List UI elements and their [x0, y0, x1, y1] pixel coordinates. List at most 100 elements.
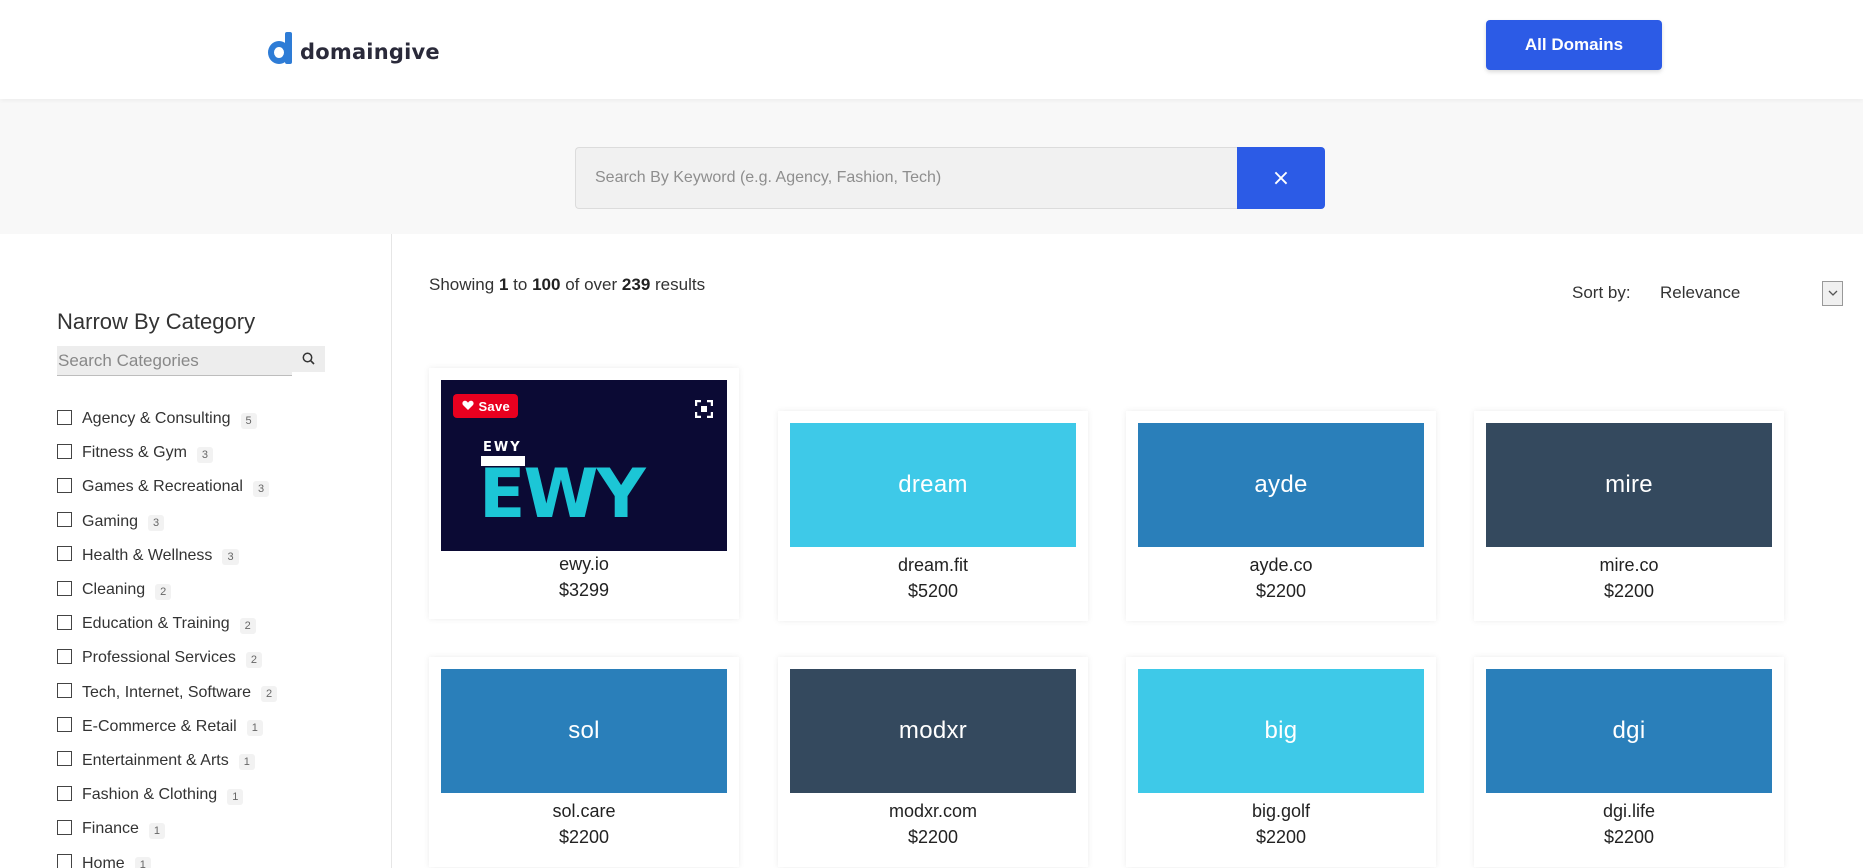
category-checkbox[interactable]: [57, 546, 72, 562]
domain-thumbnail[interactable]: sol: [441, 669, 727, 793]
domain-name[interactable]: modxr.com: [778, 801, 1088, 822]
category-item[interactable]: E-Commerce & Retail 1: [57, 710, 277, 744]
category-list: Agency & Consulting 5 Fitness & Gym 3 Games …: [57, 402, 278, 868]
category-item[interactable]: Games & Recreational 3: [57, 470, 277, 504]
domain-card[interactable]: ayde ayde.co $2200: [1126, 411, 1436, 621]
category-item[interactable]: Health & Wellness 3: [57, 539, 277, 573]
category-label: Education & Training: [82, 615, 230, 633]
category-checkbox[interactable]: [57, 409, 72, 425]
category-checkbox[interactable]: [57, 717, 72, 733]
category-item[interactable]: Gaming 3: [57, 505, 277, 539]
category-checkbox[interactable]: [57, 683, 72, 699]
category-count-badge: 2: [245, 651, 262, 668]
category-checkbox[interactable]: [57, 580, 72, 596]
category-checkbox[interactable]: [57, 512, 72, 528]
domain-thumbnail[interactable]: dgi: [1486, 669, 1772, 793]
domain-card[interactable]: big big.golf $2200: [1126, 657, 1436, 867]
domain-thumbnail[interactable]: Save EWY EWY: [441, 380, 727, 551]
category-count-badge: 1: [227, 788, 244, 805]
category-label: Home: [82, 854, 125, 868]
category-item[interactable]: Fashion & Clothing 1: [57, 778, 277, 812]
category-checkbox[interactable]: [57, 614, 72, 630]
domain-price: $2200: [1603, 827, 1655, 847]
category-checkbox[interactable]: [57, 477, 72, 493]
search-clear-button[interactable]: ×: [1237, 147, 1325, 209]
category-search-input[interactable]: [57, 346, 292, 376]
close-icon: ×: [1271, 165, 1291, 191]
domain-card[interactable]: dream dream.fit $5200: [778, 411, 1088, 621]
domain-thumbnail[interactable]: modxr: [790, 669, 1076, 793]
domain-thumbnail-text: dgi: [1612, 717, 1646, 744]
chevron-down-icon: [1828, 290, 1838, 296]
category-checkbox[interactable]: [57, 443, 72, 459]
category-label: Entertainment & Arts: [82, 751, 229, 769]
expand-icon[interactable]: [695, 400, 713, 418]
domain-price: $2200: [1255, 581, 1307, 601]
domain-card[interactable]: dgi dgi.life $2200: [1474, 657, 1784, 867]
results-summary: Showing 1 to 100 of over 239 results: [429, 275, 706, 294]
domain-card-featured[interactable]: Save EWY EWY ewy.io $3299: [429, 368, 739, 619]
category-item[interactable]: Entertainment & Arts 1: [57, 744, 277, 778]
domain-thumbnail[interactable]: big: [1138, 669, 1424, 793]
ewy-logo-icon: EWY EWY: [481, 440, 648, 522]
domain-card[interactable]: sol sol.care $2200: [429, 657, 739, 867]
all-domains-button[interactable]: All Domains: [1486, 20, 1662, 70]
domain-thumbnail[interactable]: dream: [790, 423, 1076, 547]
domain-name[interactable]: big.golf: [1126, 801, 1436, 822]
site-logo[interactable]: domaingive: [268, 32, 440, 66]
category-count-badge: 2: [155, 583, 172, 600]
domain-thumbnail-text: modxr: [898, 717, 968, 744]
sort-select[interactable]: Relevance: [1660, 283, 1740, 303]
domain-name[interactable]: mire.co: [1474, 555, 1784, 576]
domain-thumbnail-text: dream: [898, 471, 968, 498]
domain-card[interactable]: mire mire.co $2200: [1474, 411, 1784, 621]
category-label: Agency & Consulting: [82, 410, 231, 428]
category-search-button[interactable]: [292, 346, 325, 372]
category-label: E-Commerce & Retail: [82, 717, 237, 735]
sort-label: Sort by:: [1572, 283, 1631, 302]
category-item[interactable]: Fitness & Gym 3: [57, 436, 277, 470]
domain-name[interactable]: ewy.io: [429, 554, 739, 575]
domain-card[interactable]: modxr modxr.com $2200: [778, 657, 1088, 867]
domain-name[interactable]: ayde.co: [1126, 555, 1436, 576]
category-count-badge: 5: [240, 412, 257, 429]
domain-price: $2200: [907, 827, 959, 847]
category-item[interactable]: Agency & Consulting 5: [57, 402, 277, 436]
category-count-badge: 1: [246, 720, 263, 737]
category-checkbox[interactable]: [57, 819, 72, 835]
svg-text:EWY: EWY: [483, 440, 522, 455]
category-checkbox[interactable]: [57, 648, 72, 664]
category-item[interactable]: Cleaning 2: [57, 573, 277, 607]
category-item[interactable]: Home 1: [57, 846, 277, 868]
sidebar-title: Narrow By Category: [57, 309, 256, 334]
site-header: domaingive All Domains: [0, 0, 1863, 99]
category-label: Fitness & Gym: [82, 444, 187, 462]
svg-text:EWY: EWY: [481, 455, 646, 522]
category-checkbox[interactable]: [57, 854, 72, 868]
search-icon: [302, 352, 315, 365]
category-count-badge: 1: [148, 822, 166, 839]
domain-price: $2200: [1603, 581, 1655, 601]
category-count-badge: 1: [134, 857, 151, 868]
domain-thumbnail[interactable]: ayde: [1138, 423, 1424, 547]
logo-text: domaingive: [300, 40, 440, 64]
domain-thumbnail[interactable]: mire: [1486, 423, 1772, 547]
category-item[interactable]: Professional Services 2: [57, 641, 277, 675]
category-label: Finance: [82, 820, 139, 838]
category-count-badge: 3: [196, 446, 214, 463]
keyword-search-input[interactable]: [575, 147, 1238, 209]
category-item[interactable]: Education & Training 2: [57, 607, 277, 641]
category-label: Fashion & Clothing: [82, 786, 218, 804]
domain-name[interactable]: dream.fit: [778, 555, 1088, 576]
category-checkbox[interactable]: [57, 785, 72, 801]
category-checkbox[interactable]: [57, 751, 72, 767]
category-count-badge: 2: [239, 617, 256, 634]
category-count-badge: 1: [238, 754, 255, 771]
sort-dropdown-button[interactable]: [1822, 281, 1843, 306]
category-item[interactable]: Tech, Internet, Software 2: [57, 676, 278, 710]
save-button[interactable]: Save: [453, 394, 518, 418]
domain-name[interactable]: dgi.life: [1474, 801, 1784, 822]
domain-name[interactable]: sol.care: [429, 801, 739, 822]
category-count-badge: 3: [222, 549, 239, 566]
category-item[interactable]: Finance 1: [57, 812, 277, 846]
